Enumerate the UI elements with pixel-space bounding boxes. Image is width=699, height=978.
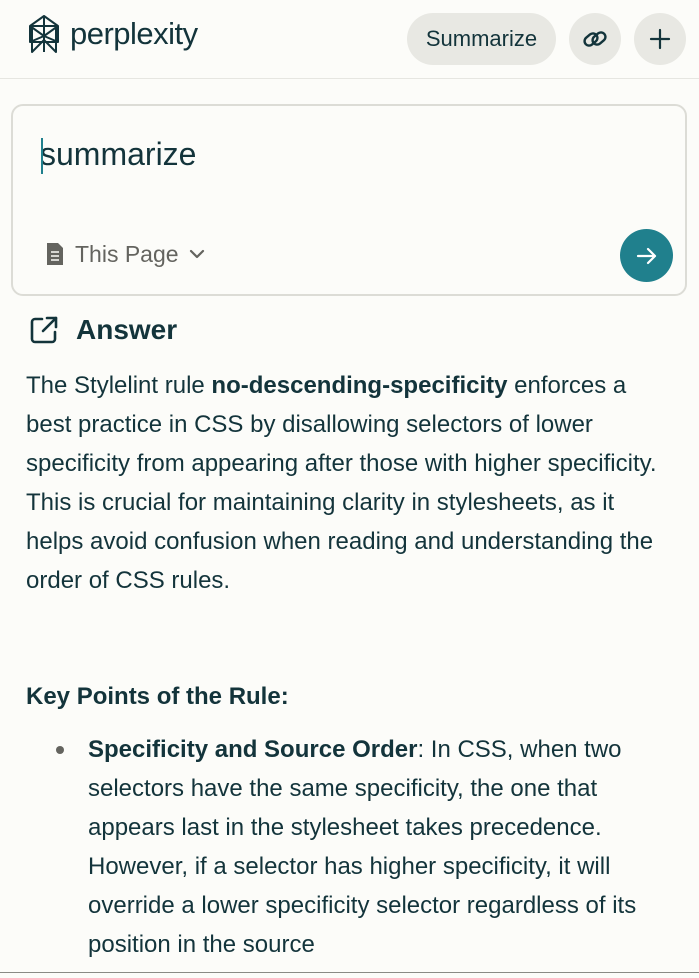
document-icon — [47, 243, 63, 265]
text-caret — [41, 138, 43, 174]
answer-paragraph: The Stylelint rule no-descending-specifi… — [26, 366, 676, 600]
section-title: Key Points of the Rule: — [26, 683, 289, 710]
answer-intro-rest: enforces a best practice in CSS by disal… — [26, 372, 657, 594]
perplexity-logo[interactable]: perplexity — [26, 12, 198, 56]
summarize-label: Summarize — [425, 26, 538, 51]
query-input[interactable] — [40, 132, 640, 176]
answer-title: Answer — [76, 314, 178, 345]
bullet-dot — [56, 746, 64, 754]
point-title: Specificity and Source Order — [88, 736, 418, 763]
answer-intro-start: The Stylelint rule — [26, 372, 212, 399]
arrow-right-icon — [636, 247, 656, 264]
scope-label: This Page — [75, 240, 179, 267]
scope-selector[interactable]: This Page — [45, 239, 205, 269]
submit-button[interactable] — [620, 229, 673, 282]
chevron-down-icon — [189, 249, 204, 259]
list-item: Specificity and Source Order: In CSS, wh… — [26, 730, 676, 964]
rule-name: no-descending-specificity — [211, 372, 508, 399]
ask-box: This Page — [11, 104, 687, 296]
answer-header: Answer — [28, 310, 177, 350]
point-text: : In CSS, when two selectors have the sa… — [88, 736, 637, 958]
external-link-icon[interactable] — [28, 314, 60, 346]
summarize-button[interactable]: Summarize — [407, 13, 556, 65]
plus-icon — [649, 28, 671, 50]
key-points-list: Specificity and Source Order: In CSS, wh… — [26, 730, 676, 964]
new-thread-button[interactable] — [634, 13, 686, 65]
app-header: perplexity Summarize — [0, 0, 699, 79]
link-icon — [583, 31, 607, 47]
window-bottom-edge — [0, 972, 699, 978]
copy-link-button[interactable] — [569, 13, 621, 65]
perplexity-logo-icon — [29, 15, 59, 53]
brand-name: perplexity — [70, 16, 198, 51]
